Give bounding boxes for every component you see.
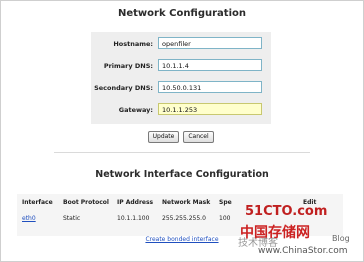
- ip-address-value: 10.1.1.100: [117, 215, 150, 222]
- watermark-url: www.ChinaStor.com: [258, 246, 348, 256]
- gateway-input[interactable]: 10.1.1.253: [158, 103, 262, 115]
- interface-configuration-title: Network Interface Configuration: [95, 169, 269, 180]
- boot-protocol-value: Static: [63, 215, 81, 222]
- network-mask-value: 255.255.255.0: [162, 215, 206, 222]
- column-header-network-mask: Network Mask: [162, 199, 211, 206]
- hostname-row: Hostname: openfiler: [91, 34, 271, 56]
- column-header-boot-protocol: Boot Protocol: [63, 199, 109, 206]
- network-configuration-form: Hostname: openfiler Primary DNS: 10.1.1.…: [91, 32, 271, 124]
- hostname-label: Hostname:: [113, 40, 153, 48]
- gateway-row: Gateway: 10.1.1.253: [91, 100, 271, 122]
- column-header-ip-address: IP Address: [117, 199, 154, 206]
- network-configuration-title: Network Configuration: [118, 8, 246, 19]
- section-divider: [54, 152, 310, 153]
- primary-dns-row: Primary DNS: 10.1.1.4: [91, 56, 271, 78]
- hostname-input[interactable]: openfiler: [158, 37, 262, 49]
- primary-dns-input[interactable]: 10.1.1.4: [158, 59, 262, 71]
- watermark-blog-suffix: Blog: [332, 234, 350, 243]
- cancel-button[interactable]: Cancel: [183, 131, 214, 143]
- gateway-label: Gateway:: [118, 106, 153, 114]
- update-button[interactable]: Update: [148, 131, 179, 143]
- watermark-url-text: www.ChinaStor.com: [258, 246, 348, 256]
- watermark-51cto: 51CTO.com: [245, 204, 328, 219]
- interface-eth0-link[interactable]: eth0: [22, 215, 36, 222]
- column-header-speed: Spe: [219, 199, 232, 206]
- speed-value: 100: [219, 215, 231, 222]
- secondary-dns-label: Secondary DNS:: [94, 84, 153, 92]
- primary-dns-label: Primary DNS:: [103, 62, 153, 70]
- column-header-interface: Interface: [22, 199, 53, 206]
- secondary-dns-row: Secondary DNS: 10.50.0.131: [91, 78, 271, 100]
- secondary-dns-input[interactable]: 10.50.0.131: [158, 81, 262, 93]
